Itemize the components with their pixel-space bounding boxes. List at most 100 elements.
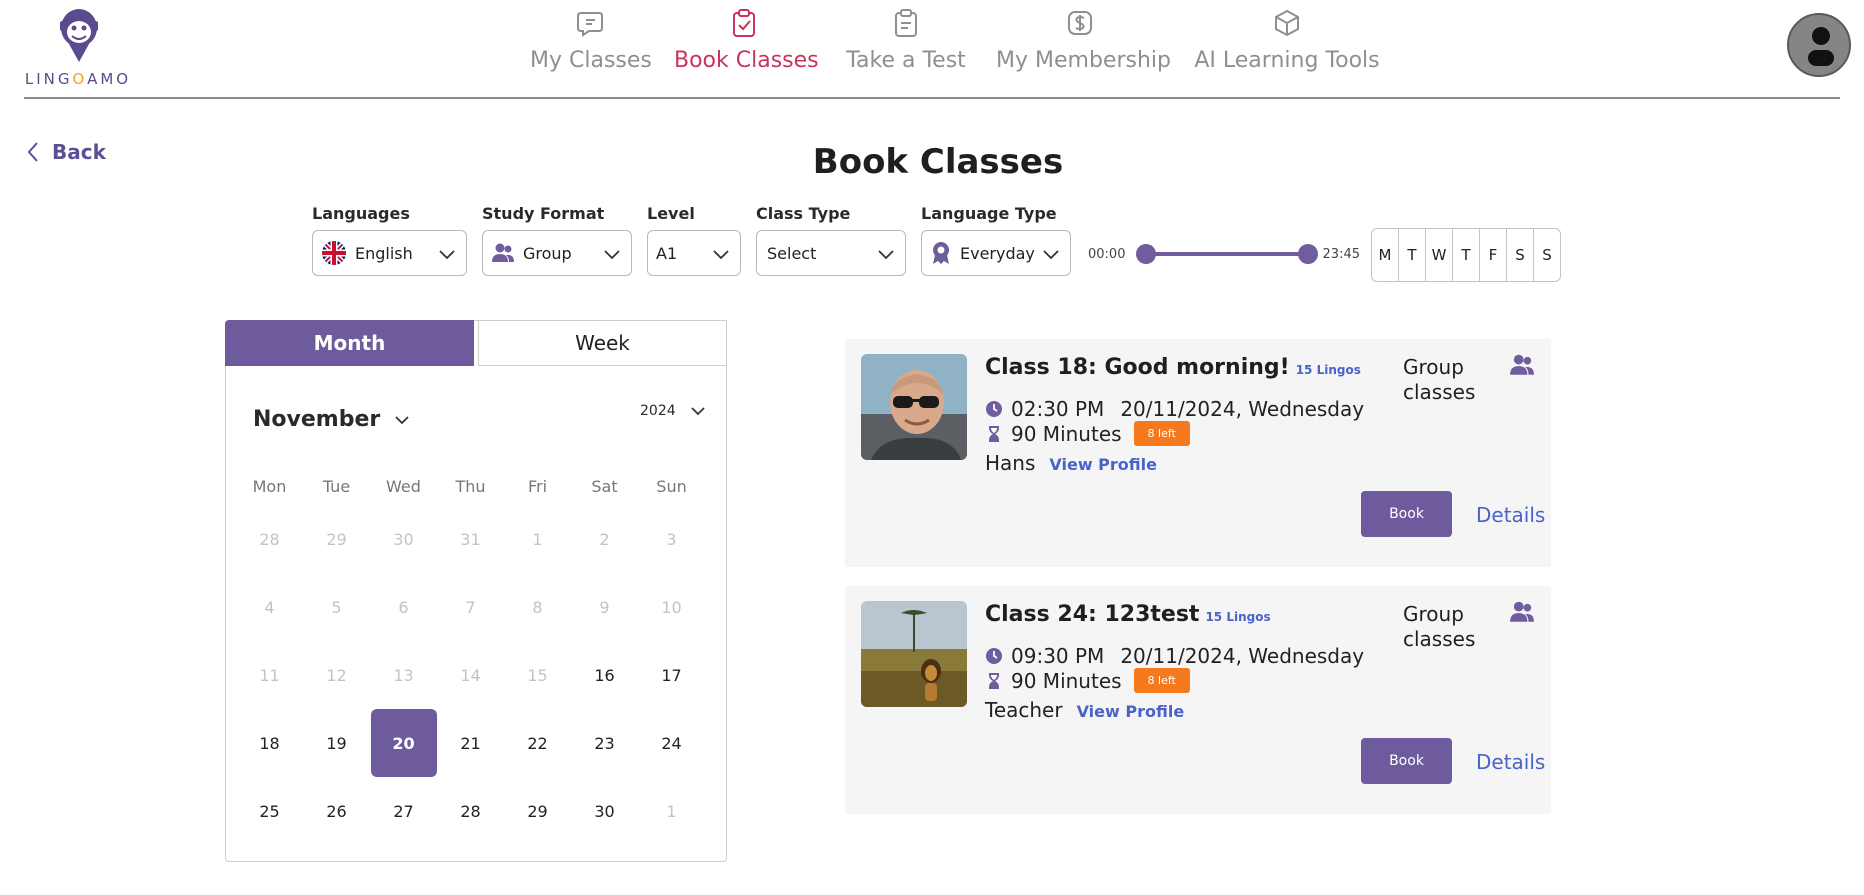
level-select[interactable]: A1 bbox=[647, 230, 741, 276]
nav-label: My Membership bbox=[996, 48, 1171, 73]
clock-icon bbox=[986, 401, 1002, 417]
weekday-label: Thu bbox=[455, 477, 486, 496]
day-toggle-sat[interactable]: S bbox=[1507, 229, 1534, 281]
class-title: Class 18: Good morning! 15 Lingos bbox=[985, 355, 1361, 380]
class-time: 02:30 PM bbox=[1011, 397, 1105, 421]
calendar-day[interactable]: 26 bbox=[303, 777, 370, 845]
month-select[interactable]: November bbox=[253, 407, 410, 432]
uk-flag-icon bbox=[322, 241, 346, 265]
nav-my-membership[interactable]: My Membership bbox=[996, 8, 1171, 84]
nav-take-a-test[interactable]: Take a Test bbox=[842, 8, 970, 84]
cube-icon bbox=[1275, 9, 1299, 37]
chevron-down-icon bbox=[713, 250, 729, 260]
tab-month[interactable]: Month bbox=[225, 320, 474, 366]
class-duration-row: 90 Minutes 8 left bbox=[985, 668, 1190, 693]
class-time-row: 09:30 PM 20/11/2024, Wednesday bbox=[985, 644, 1364, 668]
day-toggle-thu[interactable]: T bbox=[1453, 229, 1480, 281]
calendar-day[interactable]: 19 bbox=[303, 709, 370, 777]
back-label: Back bbox=[52, 140, 106, 164]
class-duration-row: 90 Minutes 8 left bbox=[985, 421, 1190, 446]
seats-left-badge: 8 left bbox=[1133, 421, 1190, 446]
book-button[interactable]: Book bbox=[1361, 491, 1452, 537]
language-type-select[interactable]: Everyday bbox=[921, 230, 1071, 276]
tab-week[interactable]: Week bbox=[478, 320, 727, 366]
calendar-view-tabs: Month Week bbox=[225, 320, 727, 366]
teacher-photo bbox=[861, 601, 967, 707]
calendar-day: 6 bbox=[398, 597, 409, 617]
day-toggle-fri[interactable]: F bbox=[1480, 229, 1507, 281]
calendar-day: 11 bbox=[259, 665, 280, 685]
nav-label: AI Learning Tools bbox=[1194, 48, 1380, 73]
day-toggle-wed[interactable]: W bbox=[1426, 229, 1453, 281]
calendar-day[interactable]: 21 bbox=[437, 709, 504, 777]
class-time-row: 02:30 PM 20/11/2024, Wednesday bbox=[985, 397, 1364, 421]
teacher-row: Hans View Profile bbox=[985, 451, 1157, 475]
group-icon bbox=[1510, 354, 1534, 375]
class-type-label: Group classes bbox=[1403, 602, 1476, 651]
class-title-text: Class 24: 123test bbox=[985, 602, 1200, 627]
day-toggle-sun[interactable]: S bbox=[1534, 229, 1560, 281]
view-profile-link[interactable]: View Profile bbox=[1049, 455, 1157, 474]
weekday-header: Mon Tue Wed Thu Fri Sat Sun bbox=[236, 477, 706, 496]
calendar-day[interactable]: 18 bbox=[236, 709, 303, 777]
calendar-day: 10 bbox=[661, 597, 682, 617]
filter-label: Language Type bbox=[921, 204, 1057, 223]
teacher-row: Teacher View Profile bbox=[985, 698, 1184, 722]
level-filter: Level A1 bbox=[647, 204, 741, 276]
teacher-name: Hans bbox=[985, 451, 1036, 475]
nav-my-classes[interactable]: My Classes bbox=[530, 8, 652, 84]
nav-ai-learning-tools[interactable]: AI Learning Tools bbox=[1192, 8, 1382, 84]
user-avatar[interactable] bbox=[1787, 13, 1851, 77]
chat-icon bbox=[577, 12, 603, 37]
calendar-day: 9 bbox=[599, 597, 610, 617]
calendar-day[interactable]: 22 bbox=[504, 709, 571, 777]
class-type-label: Group classes bbox=[1403, 355, 1476, 404]
hourglass-icon bbox=[989, 672, 999, 689]
class-card: Class 18: Good morning! 15 Lingos 02:30 … bbox=[845, 339, 1551, 567]
calendar-day[interactable]: 29 bbox=[504, 777, 571, 845]
class-type-select[interactable]: Select bbox=[756, 230, 906, 276]
calendar-day-selected[interactable]: 20 bbox=[370, 709, 437, 777]
chevron-down-icon bbox=[691, 407, 705, 416]
slider-end-handle[interactable] bbox=[1298, 244, 1318, 264]
year-select[interactable]: 2024 bbox=[640, 403, 706, 419]
calendar-day[interactable]: 27 bbox=[370, 777, 437, 845]
weekday-label: Sun bbox=[656, 477, 687, 496]
logo-wordmark: LINGOAMO bbox=[24, 70, 132, 88]
back-button[interactable]: Back bbox=[26, 138, 106, 166]
calendar-day[interactable]: 28 bbox=[437, 777, 504, 845]
calendar-day[interactable]: 25 bbox=[236, 777, 303, 845]
chevron-down-icon bbox=[878, 250, 894, 260]
day-toggle-tue[interactable]: T bbox=[1399, 229, 1426, 281]
dollar-icon bbox=[1068, 11, 1092, 35]
day-toggle-mon[interactable]: M bbox=[1372, 229, 1399, 281]
chevron-down-icon bbox=[439, 250, 455, 260]
languages-filter: Languages English bbox=[312, 204, 467, 276]
hourglass-icon bbox=[989, 425, 999, 442]
calendar-day: 5 bbox=[331, 597, 342, 617]
languages-select[interactable]: English bbox=[312, 230, 467, 276]
calendar-day: 1 bbox=[666, 801, 677, 821]
book-button[interactable]: Book bbox=[1361, 738, 1452, 784]
calendar-day[interactable]: 24 bbox=[638, 709, 705, 777]
calendar-day[interactable]: 23 bbox=[571, 709, 638, 777]
calendar-day: 15 bbox=[527, 665, 548, 685]
calendar-day[interactable]: 17 bbox=[638, 641, 705, 709]
nav-book-classes[interactable]: Book Classes bbox=[674, 8, 819, 84]
calendar-day[interactable]: 16 bbox=[571, 641, 638, 709]
time-range-slider[interactable]: 00:00 23:45 bbox=[1088, 238, 1360, 268]
details-link[interactable]: Details bbox=[1476, 750, 1545, 774]
lingoamo-logo[interactable]: LINGOAMO bbox=[22, 6, 134, 90]
study-format-select[interactable]: Group bbox=[482, 230, 632, 276]
month-value: November bbox=[253, 407, 381, 432]
view-profile-link[interactable]: View Profile bbox=[1077, 702, 1185, 721]
calendar-day[interactable]: 30 bbox=[571, 777, 638, 845]
details-link[interactable]: Details bbox=[1476, 503, 1545, 527]
chevron-down-icon bbox=[395, 415, 409, 424]
award-icon bbox=[933, 242, 949, 264]
weekday-label: Mon bbox=[252, 477, 287, 496]
class-type-value: Select bbox=[767, 243, 817, 263]
slider-start-handle[interactable] bbox=[1136, 244, 1156, 264]
study-format-value: Group bbox=[523, 243, 572, 263]
slider-track[interactable] bbox=[1141, 252, 1303, 256]
